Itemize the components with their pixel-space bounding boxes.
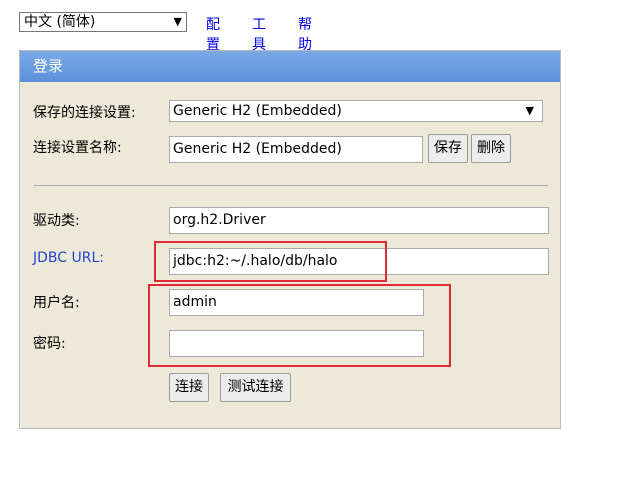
link-tools[interactable]: 工具 <box>252 14 266 54</box>
divider <box>34 185 548 186</box>
saved-settings-select[interactable]: Generic H2 (Embedded) ▼ <box>169 100 543 122</box>
saved-settings-label: 保存的连接设置: <box>33 105 136 121</box>
settings-name-input[interactable]: Generic H2 (Embedded) <box>169 136 423 163</box>
connect-button[interactable]: 连接 <box>169 373 209 402</box>
save-button[interactable]: 保存 <box>428 134 468 163</box>
driver-label: 驱动类: <box>33 213 80 229</box>
username-label: 用户名: <box>33 295 80 311</box>
language-select[interactable]: 中文 (简体) ▼ <box>19 12 187 32</box>
jdbc-url-label[interactable]: JDBC URL: <box>33 250 104 266</box>
login-panel: 登录 保存的连接设置: Generic H2 (Embedded) ▼ 连接设置… <box>19 50 561 429</box>
link-help[interactable]: 帮助 <box>298 14 312 54</box>
language-select-value: 中文 (简体) <box>24 14 96 30</box>
delete-button[interactable]: 删除 <box>471 134 511 163</box>
dropdown-arrow-icon: ▼ <box>173 15 182 28</box>
test-connection-button[interactable]: 测试连接 <box>220 373 291 402</box>
highlight-box-credentials <box>148 284 451 367</box>
link-preferences[interactable]: 配置 <box>206 14 220 54</box>
panel-title: 登录 <box>20 51 560 82</box>
driver-input[interactable]: org.h2.Driver <box>169 207 549 234</box>
dropdown-arrow-icon: ▼ <box>525 104 534 117</box>
highlight-box-jdbc <box>154 241 387 282</box>
password-label: 密码: <box>33 336 66 352</box>
saved-settings-value: Generic H2 (Embedded) <box>173 103 342 119</box>
settings-name-label: 连接设置名称: <box>33 140 122 156</box>
